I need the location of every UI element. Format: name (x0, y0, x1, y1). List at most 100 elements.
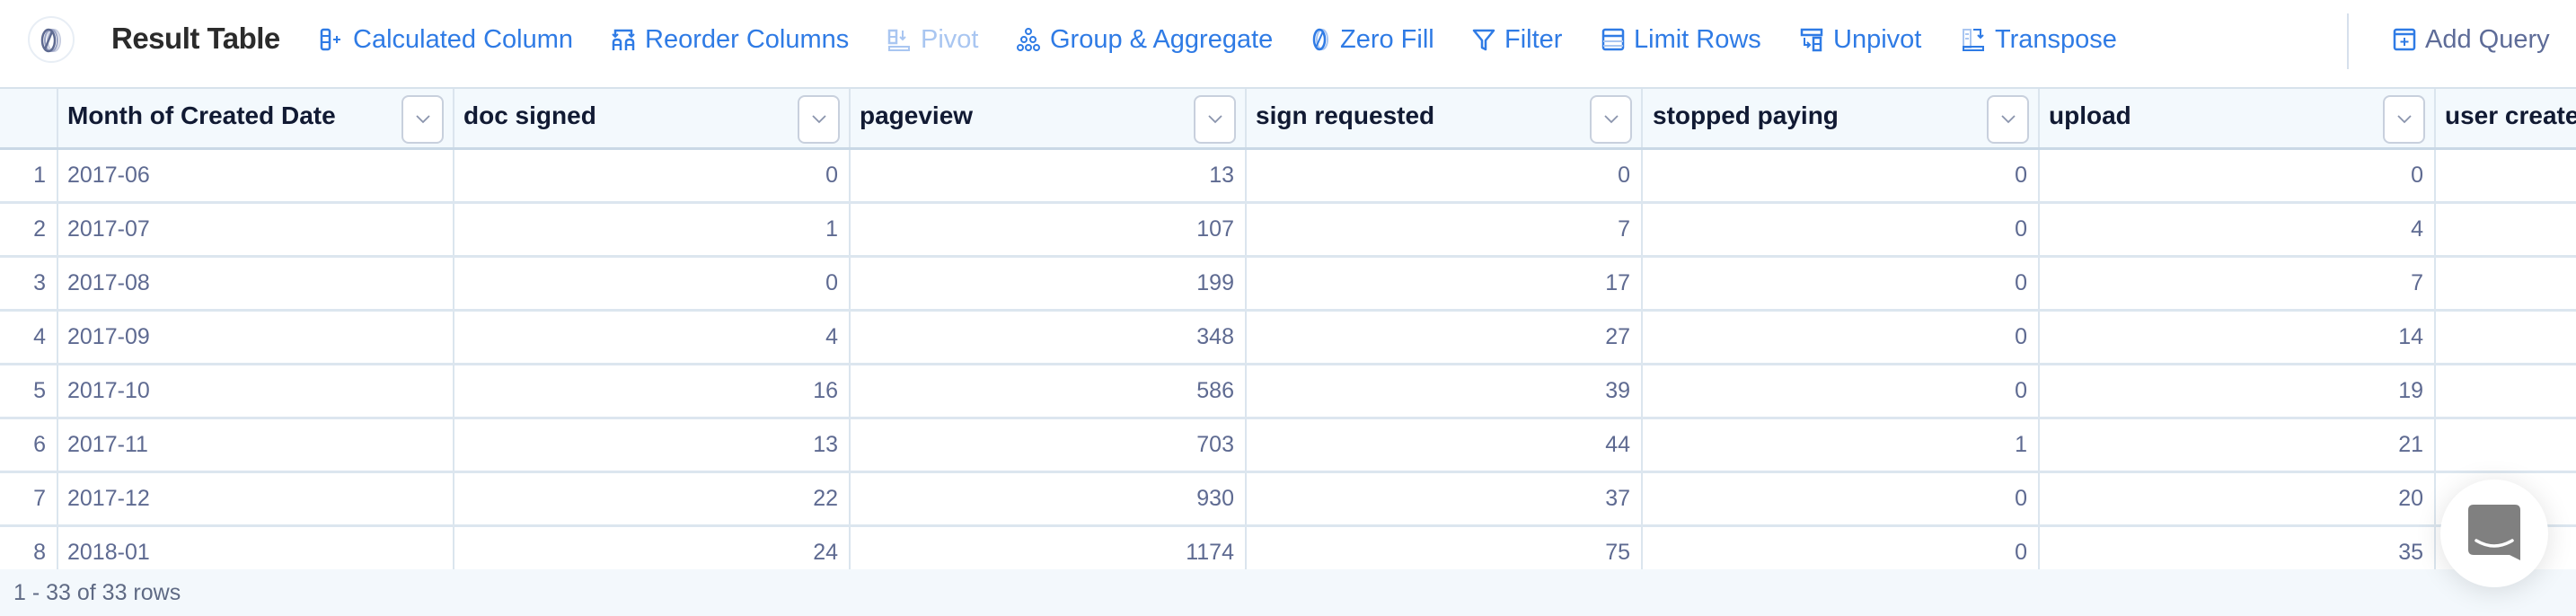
table-cell[interactable] (2436, 204, 2576, 255)
table-cell[interactable]: 4 (2040, 204, 2436, 255)
column-header[interactable]: stopped paying (1644, 89, 2040, 147)
table-cell[interactable]: 27 (1247, 312, 1643, 363)
table-row[interactable]: 4 2017-09 4 348 27 0 14 (0, 312, 2576, 365)
table-cell[interactable]: 0 (1644, 258, 2040, 309)
transpose-label: Transpose (1995, 24, 2117, 54)
table-cell[interactable]: 2017-08 (58, 258, 454, 309)
table-cell[interactable]: 199 (851, 258, 1247, 309)
table-cell[interactable]: 7 (2040, 258, 2436, 309)
column-menu-button[interactable] (798, 95, 840, 144)
table-cell[interactable]: 7 (1247, 204, 1643, 255)
unpivot-button[interactable]: Unpivot (1799, 22, 1921, 57)
table-cell[interactable]: 0 (1644, 312, 2040, 363)
table-cell[interactable]: 1174 (851, 527, 1247, 569)
table-cell[interactable]: 20 (2040, 473, 2436, 524)
table-cell[interactable]: 2018-01 (58, 527, 454, 569)
column-menu-button[interactable] (1590, 95, 1632, 144)
add-query-button[interactable]: Add Query (2393, 22, 2550, 57)
table-cell[interactable]: 0 (454, 258, 851, 309)
table-row[interactable]: 7 2017-12 22 930 37 0 20 (0, 473, 2576, 527)
unpivot-icon (1800, 28, 1823, 52)
calculated-column-button[interactable]: Calculated Column (319, 22, 573, 57)
table-cell[interactable]: 0 (1644, 473, 2040, 524)
column-menu-button[interactable] (401, 95, 444, 144)
table-cell[interactable]: 586 (851, 365, 1247, 417)
table-cell[interactable]: 17 (1247, 258, 1643, 309)
table-row[interactable]: 8 2018-01 24 1174 75 0 35 (0, 527, 2576, 569)
chat-launcher-button[interactable] (2440, 480, 2548, 587)
transpose-icon (1963, 29, 1984, 51)
table-cell[interactable] (2436, 150, 2576, 201)
table-cell[interactable]: 0 (1644, 150, 2040, 201)
table-cell[interactable]: 14 (2040, 312, 2436, 363)
table-cell[interactable]: 16 (454, 365, 851, 417)
transpose-button[interactable]: Transpose (1961, 22, 2117, 57)
table-cell[interactable]: 0 (1644, 527, 2040, 569)
table-cell[interactable]: 1 (454, 204, 851, 255)
table-cell[interactable]: 4 (454, 312, 851, 363)
reorder-columns-button[interactable]: Reorder Columns (611, 22, 849, 57)
table-row[interactable]: 2 2017-07 1 107 7 0 4 (0, 204, 2576, 258)
table-cell[interactable]: 44 (1247, 419, 1643, 471)
column-header[interactable]: upload (2040, 89, 2436, 147)
table-cell[interactable]: 2017-12 (58, 473, 454, 524)
column-header-label: doc signed (463, 101, 596, 129)
table-cell[interactable]: 0 (454, 150, 851, 201)
table-cell[interactable]: 2017-10 (58, 365, 454, 417)
column-header[interactable]: Month of Created Date (58, 89, 454, 147)
column-header[interactable]: sign requested (1247, 89, 1643, 147)
table-cell[interactable]: 21 (2040, 419, 2436, 471)
limit-rows-button[interactable]: Limit Rows (1601, 22, 1761, 57)
table-cell[interactable] (2436, 365, 2576, 417)
table-cell[interactable]: 2017-09 (58, 312, 454, 363)
filter-button[interactable]: Filter (1472, 22, 1562, 57)
row-number: 4 (0, 312, 58, 363)
chevron-down-icon (1208, 115, 1222, 124)
column-header[interactable]: doc signed (454, 89, 851, 147)
table-row[interactable]: 6 2017-11 13 703 44 1 21 (0, 419, 2576, 473)
zero-fill-icon (1312, 28, 1328, 51)
column-header[interactable]: user created (2436, 89, 2576, 147)
table-cell[interactable]: 13 (454, 419, 851, 471)
table-cell[interactable]: 19 (2040, 365, 2436, 417)
table-cell[interactable]: 107 (851, 204, 1247, 255)
table-cell[interactable] (2436, 258, 2576, 309)
table-cell[interactable] (2436, 419, 2576, 471)
table-row[interactable]: 1 2017-06 0 13 0 0 0 (0, 150, 2576, 204)
column-menu-button[interactable] (1194, 95, 1236, 144)
column-menu-button[interactable] (2383, 95, 2425, 144)
column-header[interactable]: pageview (851, 89, 1247, 147)
chevron-down-icon (2001, 115, 2016, 124)
table-cell[interactable]: 37 (1247, 473, 1643, 524)
table-row[interactable]: 3 2017-08 0 199 17 0 7 (0, 258, 2576, 312)
reorder-columns-label: Reorder Columns (645, 24, 850, 54)
logo-icon (28, 16, 75, 63)
table-cell[interactable]: 348 (851, 312, 1247, 363)
table-cell[interactable]: 2017-06 (58, 150, 454, 201)
zero-fill-button[interactable]: Zero Fill (1310, 22, 1434, 57)
table-cell[interactable]: 24 (454, 527, 851, 569)
filter-label: Filter (1504, 24, 1563, 54)
table-cell[interactable]: 0 (1247, 150, 1643, 201)
column-menu-button[interactable] (1987, 95, 2029, 144)
table-row[interactable]: 5 2017-10 16 586 39 0 19 (0, 365, 2576, 419)
table-cell[interactable]: 0 (1644, 204, 2040, 255)
pivot-button[interactable]: Pivot (887, 22, 978, 57)
table-cell[interactable]: 930 (851, 473, 1247, 524)
table-cell[interactable]: 703 (851, 419, 1247, 471)
table-cell[interactable]: 13 (851, 150, 1247, 201)
table-cell[interactable]: 35 (2040, 527, 2436, 569)
table-cell[interactable]: 1 (1644, 419, 2040, 471)
table-cell[interactable]: 22 (454, 473, 851, 524)
table-cell[interactable] (2436, 312, 2576, 363)
table-cell[interactable]: 39 (1247, 365, 1643, 417)
zero-fill-label: Zero Fill (1340, 24, 1434, 54)
table-cell[interactable]: 2017-07 (58, 204, 454, 255)
filter-icon (1472, 29, 1495, 51)
group-aggregate-button[interactable]: Group & Aggregate (1016, 22, 1273, 57)
table-cell[interactable]: 0 (2040, 150, 2436, 201)
table-cell[interactable]: 75 (1247, 527, 1643, 569)
table-cell[interactable]: 0 (1644, 365, 2040, 417)
table-cell[interactable]: 2017-11 (58, 419, 454, 471)
calculated-column-label: Calculated Column (353, 24, 574, 54)
